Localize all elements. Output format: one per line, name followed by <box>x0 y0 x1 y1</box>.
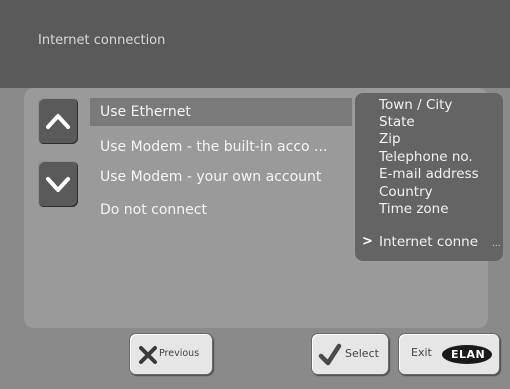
option-use-modem-own-account[interactable]: Use Modem - your own account <box>90 163 352 191</box>
scroll-down-button[interactable] <box>38 161 78 207</box>
option-label: Do not connect <box>100 202 207 218</box>
chevron-down-icon <box>46 177 70 192</box>
checkmark-icon <box>318 343 342 366</box>
scroll-up-button[interactable] <box>38 98 78 144</box>
step-country: Country <box>379 184 433 200</box>
exit-button[interactable]: Exit ELAN <box>398 333 500 375</box>
step-state: State <box>379 114 415 130</box>
step-time-zone: Time zone <box>379 201 449 217</box>
elan-logo-text: ELAN <box>451 348 486 361</box>
exit-label: Exit <box>411 346 432 359</box>
step-telephone: Telephone no. <box>379 149 473 165</box>
option-label: Use Ethernet <box>100 104 191 120</box>
select-button[interactable]: Select <box>311 333 389 375</box>
previous-button[interactable]: Previous <box>129 333 213 375</box>
option-use-ethernet[interactable]: Use Ethernet <box>90 98 352 126</box>
x-icon <box>139 346 157 364</box>
step-internet-connection: Internet conne <box>379 234 478 250</box>
option-label: Use Modem - the built-in acco ... <box>100 139 328 155</box>
header-bar: Internet connection <box>0 0 510 88</box>
step-town-city: Town / City <box>379 97 453 113</box>
setup-steps-panel: Town / City State Zip Telephone no. E-ma… <box>355 93 503 261</box>
step-zip: Zip <box>379 131 401 147</box>
current-step-marker: > <box>362 234 373 249</box>
select-label: Select <box>345 347 379 360</box>
step-email: E-mail address <box>379 166 479 182</box>
option-label: Use Modem - your own account <box>100 169 322 185</box>
chevron-up-icon <box>46 114 70 129</box>
option-do-not-connect[interactable]: Do not connect <box>90 196 352 224</box>
elan-logo: ELAN <box>442 345 492 364</box>
previous-label: Previous <box>159 348 200 359</box>
option-use-modem-built-in[interactable]: Use Modem - the built-in acco ... <box>90 133 352 161</box>
step-overflow-ellipsis: ... <box>492 239 501 249</box>
page-title: Internet connection <box>38 33 166 48</box>
